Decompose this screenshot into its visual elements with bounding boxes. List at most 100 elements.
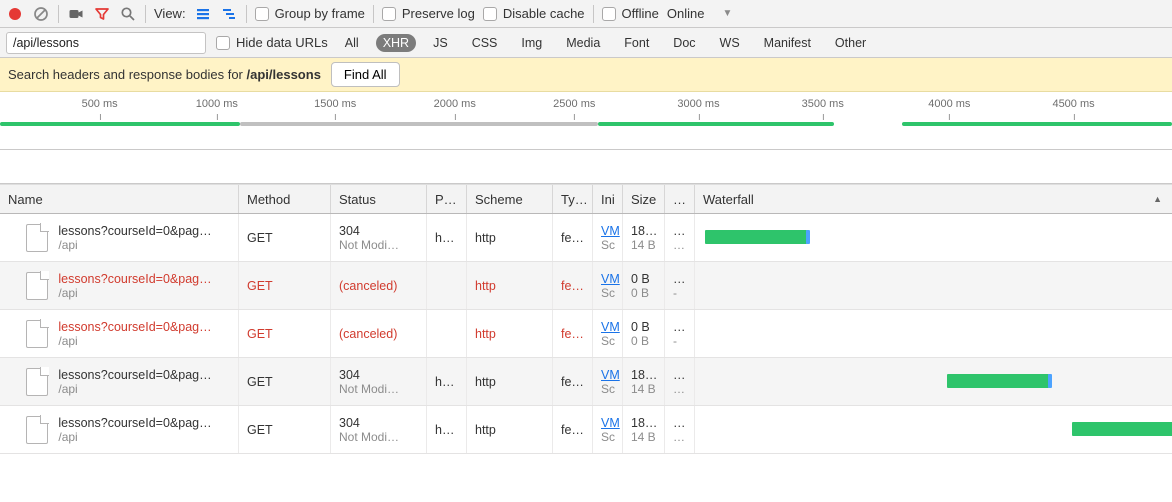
filter-type-css[interactable]: CSS xyxy=(465,34,505,52)
request-row[interactable]: lessons?courseId=0&pag…/apiGET304Not Mod… xyxy=(0,358,1172,406)
filter-type-all[interactable]: All xyxy=(338,34,366,52)
preserve-log-checkbox[interactable]: Preserve log xyxy=(382,6,475,21)
timeline-tick: 1000 ms xyxy=(196,98,238,110)
cell-time: …- xyxy=(665,262,695,309)
cell-protocol: h… xyxy=(427,406,467,453)
checkbox-icon xyxy=(255,7,269,21)
sort-ascending-icon: ▲ xyxy=(1153,194,1162,204)
cell-method: GET xyxy=(239,262,331,309)
disable-cache-checkbox[interactable]: Disable cache xyxy=(483,6,585,21)
cell-initiator: VMSc xyxy=(593,406,623,453)
overview-bar xyxy=(902,122,1172,126)
col-status[interactable]: Status xyxy=(331,185,427,213)
camera-icon[interactable] xyxy=(67,5,85,23)
file-icon xyxy=(26,224,48,252)
banner-text: Search headers and response bodies for /… xyxy=(8,67,321,82)
disable-cache-label: Disable cache xyxy=(503,6,585,21)
cell-size: 18…14 B xyxy=(623,358,665,405)
cell-size: 0 B0 B xyxy=(623,310,665,357)
banner-prefix: Search headers and response bodies for xyxy=(8,67,247,82)
request-row[interactable]: lessons?courseId=0&pag…/apiGET(canceled)… xyxy=(0,310,1172,358)
offline-checkbox[interactable]: Offline xyxy=(602,6,659,21)
cell-protocol xyxy=(427,310,467,357)
col-waterfall[interactable]: Waterfall ▲ xyxy=(695,185,1172,213)
cell-waterfall xyxy=(695,406,1172,453)
find-all-button[interactable]: Find All xyxy=(331,62,400,87)
file-icon xyxy=(26,320,48,348)
overview-bar xyxy=(598,122,835,126)
timeline-overview[interactable]: 500 ms1000 ms1500 ms2000 ms2500 ms3000 m… xyxy=(0,92,1172,150)
group-by-frame-checkbox[interactable]: Group by frame xyxy=(255,6,365,21)
cell-name: lessons?courseId=0&pag…/api xyxy=(0,358,239,405)
col-scheme[interactable]: Scheme xyxy=(467,185,553,213)
filter-bar: Hide data URLs All XHR JS CSS Img Media … xyxy=(0,28,1172,58)
col-waterfall-label: Waterfall xyxy=(703,192,754,207)
col-method[interactable]: Method xyxy=(239,185,331,213)
separator xyxy=(246,5,247,23)
filter-input[interactable] xyxy=(6,32,206,54)
cell-initiator: VMSc xyxy=(593,214,623,261)
banner-term: /api/lessons xyxy=(247,67,321,82)
file-icon xyxy=(26,272,48,300)
filter-type-doc[interactable]: Doc xyxy=(666,34,702,52)
cell-waterfall xyxy=(695,358,1172,405)
filter-icon[interactable] xyxy=(93,5,111,23)
hide-data-urls-checkbox[interactable]: Hide data URLs xyxy=(216,35,328,50)
filter-type-img[interactable]: Img xyxy=(514,34,549,52)
record-button[interactable] xyxy=(6,5,24,23)
view-label: View: xyxy=(154,6,186,21)
filter-type-ws[interactable]: WS xyxy=(713,34,747,52)
separator xyxy=(58,5,59,23)
timeline-tick: 500 ms xyxy=(82,98,118,110)
filter-type-font[interactable]: Font xyxy=(617,34,656,52)
initiator-link[interactable]: VM xyxy=(601,272,614,286)
search-icon[interactable] xyxy=(119,5,137,23)
cell-scheme: http xyxy=(467,310,553,357)
cell-method: GET xyxy=(239,406,331,453)
col-size[interactable]: Size xyxy=(623,185,665,213)
col-time[interactable]: … xyxy=(665,185,695,213)
waterfall-view-icon[interactable] xyxy=(220,5,238,23)
cell-scheme: http xyxy=(467,358,553,405)
network-toolbar: View: Group by frame Preserve log Disabl… xyxy=(0,0,1172,28)
timeline-tick: 3000 ms xyxy=(677,98,719,110)
timeline-tick: 3500 ms xyxy=(802,98,844,110)
cell-waterfall xyxy=(695,310,1172,357)
group-by-frame-label: Group by frame xyxy=(275,6,365,21)
filter-type-js[interactable]: JS xyxy=(426,34,455,52)
request-row[interactable]: lessons?courseId=0&pag…/apiGET304Not Mod… xyxy=(0,406,1172,454)
cell-type: fe… xyxy=(553,358,593,405)
request-row[interactable]: lessons?courseId=0&pag…/apiGET304Not Mod… xyxy=(0,214,1172,262)
throttling-select[interactable]: Online ▼ xyxy=(667,6,736,21)
initiator-link[interactable]: VM xyxy=(601,224,614,238)
waterfall-bar xyxy=(947,374,1048,388)
col-type[interactable]: Ty… xyxy=(553,185,593,213)
cell-protocol: h… xyxy=(427,214,467,261)
cell-scheme: http xyxy=(467,214,553,261)
initiator-link[interactable]: VM xyxy=(601,416,614,430)
offline-label: Offline xyxy=(622,6,659,21)
request-table-body: lessons?courseId=0&pag…/apiGET304Not Mod… xyxy=(0,214,1172,454)
initiator-link[interactable]: VM xyxy=(601,368,614,382)
filter-type-xhr[interactable]: XHR xyxy=(376,34,416,52)
separator xyxy=(593,5,594,23)
col-initiator[interactable]: Ini xyxy=(593,185,623,213)
cell-protocol: h… xyxy=(427,358,467,405)
filter-type-media[interactable]: Media xyxy=(559,34,607,52)
cell-initiator: VMSc xyxy=(593,358,623,405)
initiator-link[interactable]: VM xyxy=(601,320,614,334)
clear-button[interactable] xyxy=(32,5,50,23)
waterfall-bar xyxy=(705,230,806,244)
request-row[interactable]: lessons?courseId=0&pag…/apiGET(canceled)… xyxy=(0,262,1172,310)
cell-size: 0 B0 B xyxy=(623,262,665,309)
large-rows-icon[interactable] xyxy=(194,5,212,23)
timeline-tick: 4500 ms xyxy=(1052,98,1094,110)
cell-status: 304Not Modi… xyxy=(331,358,427,405)
col-name[interactable]: Name xyxy=(0,185,239,213)
col-protocol[interactable]: P… xyxy=(427,185,467,213)
preserve-log-label: Preserve log xyxy=(402,6,475,21)
filter-type-manifest[interactable]: Manifest xyxy=(757,34,818,52)
separator xyxy=(373,5,374,23)
filter-type-other[interactable]: Other xyxy=(828,34,873,52)
cell-method: GET xyxy=(239,214,331,261)
